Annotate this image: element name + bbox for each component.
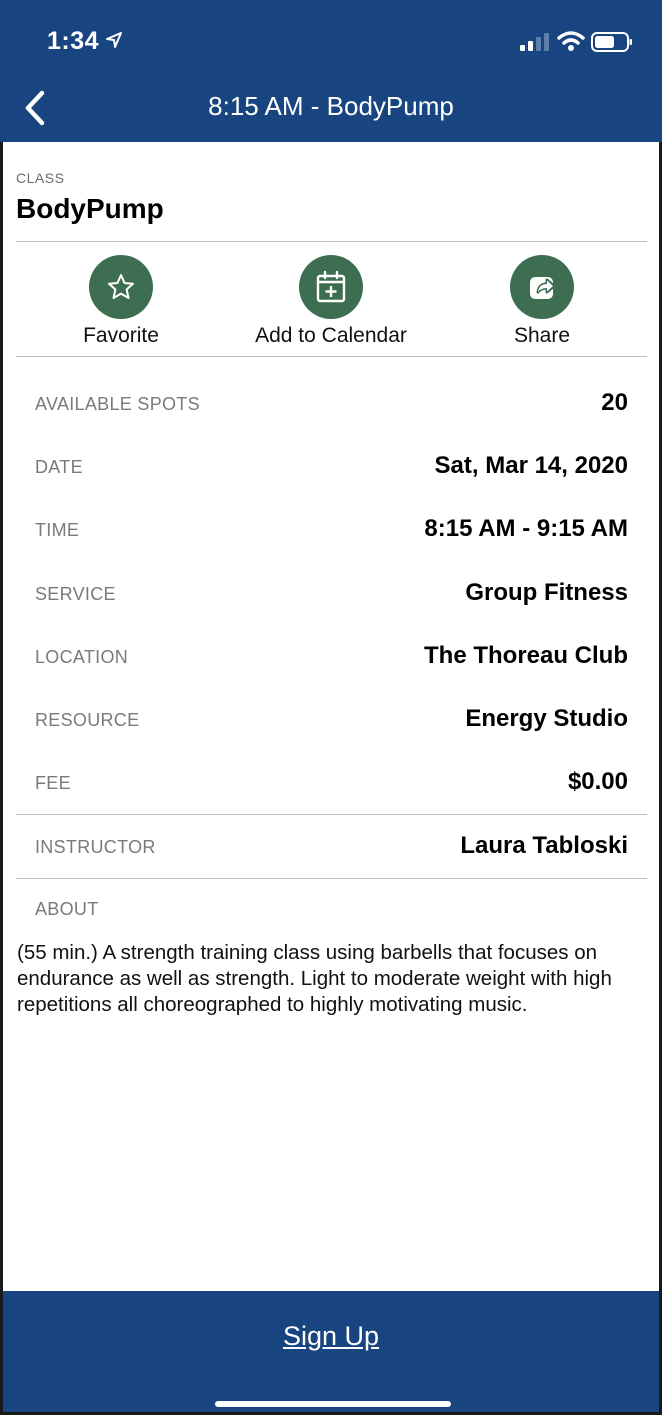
- sign-up-button[interactable]: Sign Up: [3, 1321, 659, 1352]
- share-label: Share: [513, 324, 571, 347]
- fee-label: FEE: [35, 773, 71, 793]
- add-to-calendar-label: Add to Calendar: [255, 324, 407, 347]
- calendar-add-icon: [316, 270, 346, 303]
- divider: [16, 814, 647, 815]
- class-name: BodyPump: [16, 193, 164, 224]
- cellular-signal-icon: [520, 33, 549, 51]
- date-label: DATE: [35, 457, 83, 477]
- status-time: 1:34: [47, 27, 100, 55]
- location-arrow-icon: [106, 32, 122, 48]
- detail-row-date: DATE Sat, Mar 14, 2020: [35, 452, 628, 482]
- resource-value: Energy Studio: [465, 705, 628, 732]
- home-indicator: [215, 1401, 451, 1407]
- fee-value: $0.00: [567, 768, 628, 795]
- add-to-calendar-button[interactable]: Add to Calendar: [221, 255, 441, 348]
- instructor-label: INSTRUCTOR: [35, 837, 156, 857]
- resource-label: RESOURCE: [35, 710, 140, 730]
- detail-row-available-spots: AVAILABLE SPOTS 20: [35, 389, 628, 419]
- about-description: (55 min.) A strength training class usin…: [17, 941, 612, 1016]
- footer-bar: Sign Up: [3, 1291, 659, 1412]
- share-icon: [530, 277, 556, 299]
- share-button[interactable]: Share: [432, 255, 652, 348]
- date-value: Sat, Mar 14, 2020: [434, 452, 628, 479]
- time-label: TIME: [35, 520, 80, 540]
- battery-icon: [591, 32, 632, 52]
- time-value: 8:15 AM - 9:15 AM: [424, 515, 628, 542]
- app-header: 1:34 8:15 AM - BodyPump: [0, 0, 662, 142]
- nav-title: 8:15 AM - BodyPump: [208, 91, 454, 121]
- favorite-circle: [89, 255, 153, 319]
- detail-row-location: LOCATION The Thoreau Club: [35, 642, 628, 672]
- detail-row-fee: FEE $0.00: [35, 768, 628, 798]
- favorite-label: Favorite: [83, 324, 159, 347]
- divider: [16, 241, 647, 242]
- service-label: SERVICE: [35, 584, 116, 604]
- location-label: LOCATION: [35, 647, 129, 667]
- detail-row-instructor[interactable]: INSTRUCTOR Laura Tabloski: [35, 832, 628, 862]
- favorite-button[interactable]: Favorite: [11, 255, 231, 348]
- available-spots-value: 20: [601, 389, 628, 416]
- available-spots-label: AVAILABLE SPOTS: [35, 394, 200, 414]
- divider: [16, 356, 647, 357]
- calendar-circle: [299, 255, 363, 319]
- about-label: ABOUT: [35, 899, 99, 919]
- share-circle: [510, 255, 574, 319]
- instructor-value[interactable]: Laura Tabloski: [460, 832, 628, 860]
- location-value: The Thoreau Club: [424, 642, 628, 669]
- wifi-icon: [557, 31, 585, 51]
- detail-row-resource: RESOURCE Energy Studio: [35, 705, 628, 735]
- divider: [16, 878, 647, 879]
- detail-row-service: SERVICE Group Fitness: [35, 579, 628, 609]
- star-icon: [108, 274, 134, 299]
- service-value: Group Fitness: [465, 579, 628, 606]
- class-label: CLASS: [16, 170, 65, 186]
- detail-row-time: TIME 8:15 AM - 9:15 AM: [35, 515, 628, 545]
